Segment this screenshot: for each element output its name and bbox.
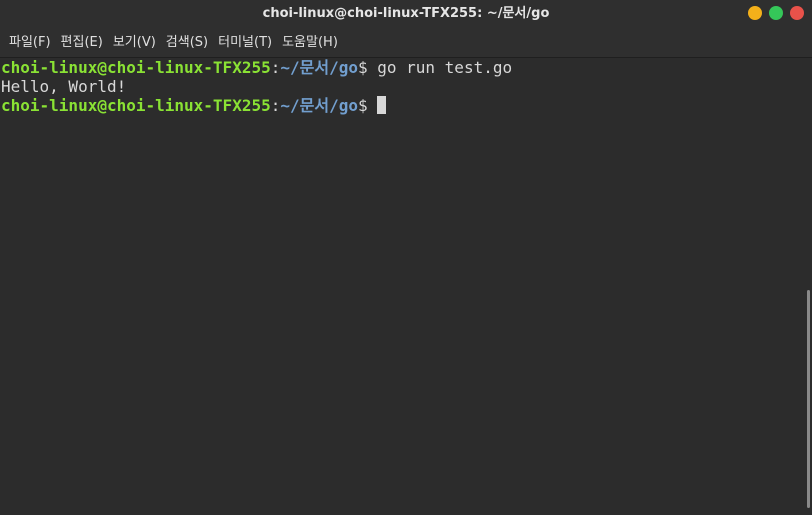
terminal-line: choi-linux@choi-linux-TFX255:~/문서/go$ go… xyxy=(0,58,806,77)
prompt-user-host: choi-linux@choi-linux-TFX255 xyxy=(1,96,271,115)
prompt-separator: : xyxy=(270,58,281,77)
prompt-path: ~/문서/go xyxy=(280,58,358,77)
menu-edit[interactable]: 편집(E) xyxy=(56,28,108,57)
prompt-path: ~/문서/go xyxy=(280,96,358,115)
command-text: go run test.go xyxy=(367,58,513,77)
title-bar[interactable]: choi-linux@choi-linux-TFX255: ~/문서/go xyxy=(0,0,812,28)
command-text xyxy=(368,96,378,115)
output-text: Hello, World! xyxy=(1,77,127,96)
minimize-button[interactable] xyxy=(748,6,762,20)
terminal-area[interactable]: choi-linux@choi-linux-TFX255:~/문서/go$ go… xyxy=(0,58,806,515)
menu-search[interactable]: 검색(S) xyxy=(161,28,213,57)
window-controls xyxy=(748,6,804,20)
window-title: choi-linux@choi-linux-TFX255: ~/문서/go xyxy=(262,6,550,21)
menu-help[interactable]: 도움말(H) xyxy=(277,28,343,57)
prompt-separator: : xyxy=(270,96,281,115)
terminal-line: Hello, World! xyxy=(0,77,806,96)
maximize-button[interactable] xyxy=(769,6,783,20)
prompt-symbol: $ xyxy=(357,96,368,115)
text-cursor xyxy=(377,96,387,114)
prompt-user-host: choi-linux@choi-linux-TFX255 xyxy=(1,58,271,77)
terminal-window: choi-linux@choi-linux-TFX255: ~/문서/go 파일… xyxy=(0,0,812,515)
menu-view[interactable]: 보기(V) xyxy=(108,28,161,57)
menu-bar: 파일(F) 편집(E) 보기(V) 검색(S) 터미널(T) 도움말(H) xyxy=(0,28,812,58)
prompt-symbol: $ xyxy=(357,58,368,77)
terminal-line: choi-linux@choi-linux-TFX255:~/문서/go$ xyxy=(0,96,806,115)
close-button[interactable] xyxy=(790,6,804,20)
menu-terminal[interactable]: 터미널(T) xyxy=(213,28,277,57)
scrollbar-thumb[interactable] xyxy=(807,290,810,508)
menu-file[interactable]: 파일(F) xyxy=(4,28,56,57)
